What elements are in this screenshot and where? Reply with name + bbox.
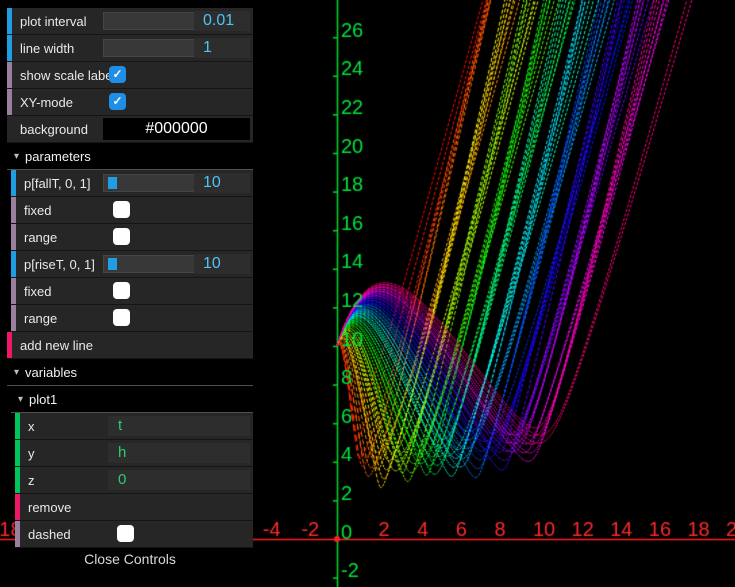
dashed-label: dashed — [28, 527, 71, 542]
controls-panel: plot interval 0.01 line width 1 show sca… — [7, 8, 253, 569]
range-checkbox[interactable] — [113, 309, 130, 326]
collapse-triangle-icon: ▾ — [14, 151, 19, 162]
xy-mode-label: XY-mode — [20, 95, 73, 110]
row-accent — [7, 62, 12, 88]
slider-handle[interactable] — [108, 258, 117, 270]
remove-button[interactable]: remove — [15, 494, 253, 521]
row-fixed-2: fixed — [11, 278, 253, 305]
fixed-label: fixed — [24, 203, 51, 218]
range-checkbox[interactable] — [113, 228, 130, 245]
add-new-line-button[interactable]: add new line — [7, 332, 253, 359]
row-xy-mode: XY-mode — [7, 89, 253, 116]
plot1-header[interactable]: ▾ plot1 — [11, 386, 253, 413]
background-color-input[interactable]: #000000 — [103, 118, 250, 140]
p-riseT-slider[interactable] — [103, 255, 198, 273]
row-accent — [7, 332, 12, 358]
z-expression-input[interactable]: 0 — [108, 470, 250, 490]
row-p-riseT: p[riseT, 0, 1] 10 — [11, 251, 253, 278]
z-label: z — [28, 473, 35, 488]
row-accent — [15, 521, 20, 547]
slider-handle[interactable] — [108, 177, 117, 189]
row-accent — [7, 8, 12, 34]
plot-interval-value[interactable]: 0.01 — [194, 11, 250, 31]
parameters-header[interactable]: ▾ parameters — [7, 143, 253, 170]
row-fixed-1: fixed — [11, 197, 253, 224]
row-accent — [15, 440, 20, 466]
show-scale-label-label: show scale label — [20, 68, 115, 83]
row-accent — [15, 494, 20, 520]
row-show-scale-label: show scale label — [7, 62, 253, 89]
row-plot-interval: plot interval 0.01 — [7, 8, 253, 35]
x-expression-input[interactable]: t — [108, 416, 250, 436]
range-label: range — [24, 311, 57, 326]
range-label: range — [24, 230, 57, 245]
row-z: z 0 — [15, 467, 253, 494]
add-new-line-label: add new line — [20, 338, 93, 353]
dashed-checkbox[interactable] — [117, 525, 134, 542]
plot1-header-label: plot1 — [29, 392, 57, 407]
row-line-width: line width 1 — [7, 35, 253, 62]
row-accent — [7, 89, 12, 115]
show-scale-label-checkbox[interactable] — [109, 66, 126, 83]
row-x: x t — [15, 413, 253, 440]
close-controls-button[interactable]: Close Controls — [7, 551, 253, 569]
remove-label: remove — [28, 500, 71, 515]
row-accent — [11, 170, 16, 196]
row-y: y h — [15, 440, 253, 467]
p-riseT-label: p[riseT, 0, 1] — [24, 257, 95, 272]
row-accent — [11, 224, 16, 250]
row-dashed: dashed — [15, 521, 253, 548]
row-accent — [11, 305, 16, 331]
x-label: x — [28, 419, 35, 434]
plot-interval-input[interactable] — [103, 12, 198, 30]
row-range-1: range — [11, 224, 253, 251]
plot-interval-label: plot interval — [20, 14, 86, 29]
variables-header-label: variables — [25, 365, 77, 380]
xy-mode-checkbox[interactable] — [109, 93, 126, 110]
row-accent — [7, 35, 12, 61]
line-width-label: line width — [20, 41, 74, 56]
line-width-input[interactable] — [103, 39, 198, 57]
fixed-checkbox[interactable] — [113, 201, 130, 218]
p-fallT-slider[interactable] — [103, 174, 198, 192]
variables-header[interactable]: ▾ variables — [7, 359, 253, 386]
parameters-header-label: parameters — [25, 149, 91, 164]
line-width-value[interactable]: 1 — [194, 38, 250, 58]
row-background: background #000000 — [7, 116, 253, 143]
p-riseT-value[interactable]: 10 — [194, 254, 250, 274]
row-accent — [11, 197, 16, 223]
row-p-fallT: p[fallT, 0, 1] 10 — [11, 170, 253, 197]
row-range-2: range — [11, 305, 253, 332]
collapse-triangle-icon: ▾ — [14, 367, 19, 378]
background-label: background — [20, 122, 88, 137]
y-label: y — [28, 446, 35, 461]
row-accent — [11, 278, 16, 304]
row-accent — [15, 413, 20, 439]
row-accent — [11, 251, 16, 277]
row-accent — [15, 467, 20, 493]
p-fallT-label: p[fallT, 0, 1] — [24, 176, 90, 191]
fixed-label: fixed — [24, 284, 51, 299]
y-expression-input[interactable]: h — [108, 443, 250, 463]
app-window: plot interval 0.01 line width 1 show sca… — [0, 0, 735, 587]
p-fallT-value[interactable]: 10 — [194, 173, 250, 193]
collapse-triangle-icon: ▾ — [18, 394, 23, 405]
fixed-checkbox[interactable] — [113, 282, 130, 299]
